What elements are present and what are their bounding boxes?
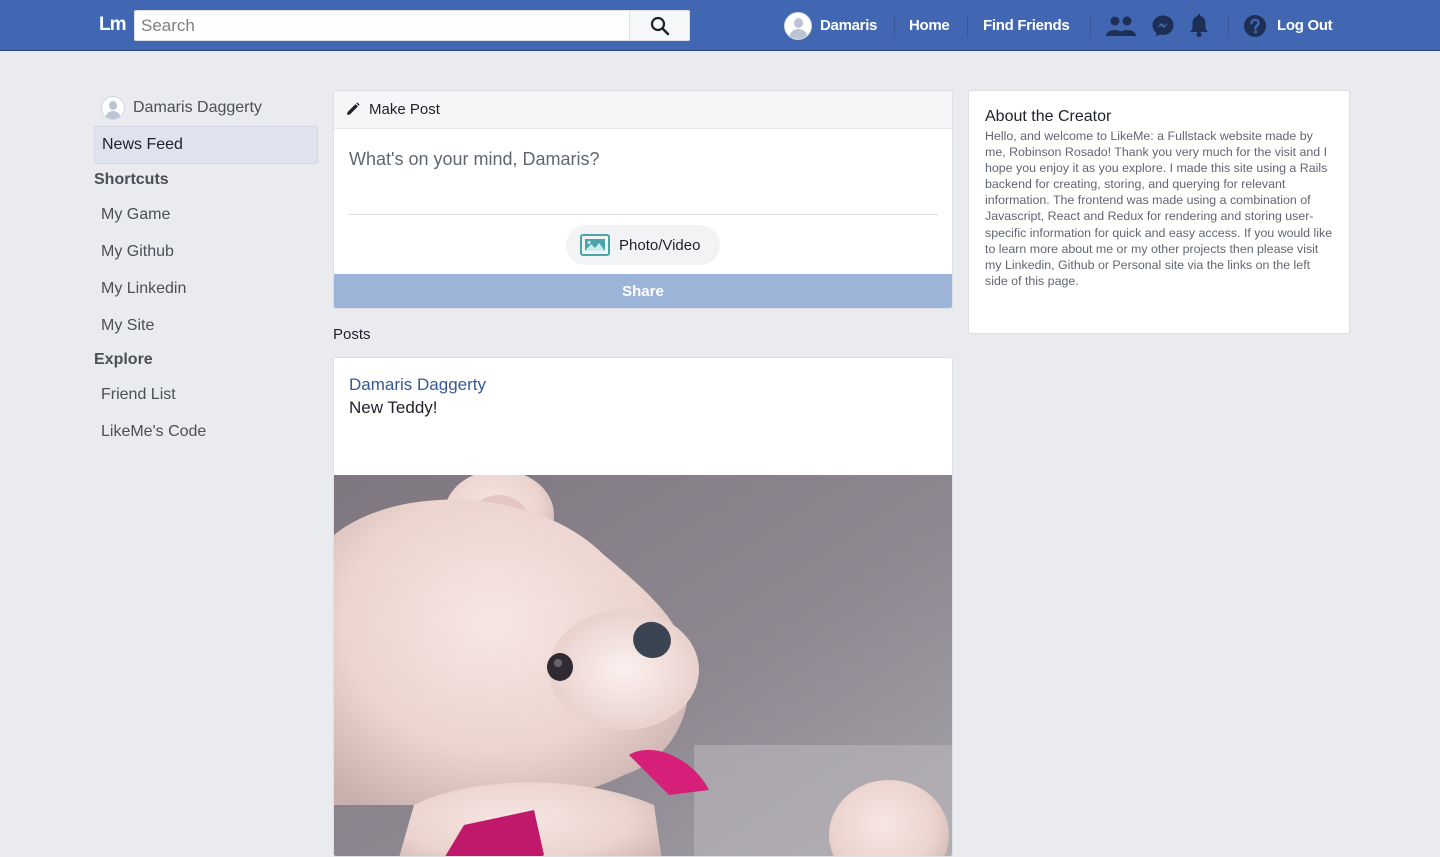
about-text: Hello, and welcome to LikeMe: a Fullstac… [985, 129, 1333, 288]
about-creator-card: About the Creator Hello, and welcome to … [968, 90, 1350, 334]
make-post-card: Make Post Photo/Video Share [333, 90, 953, 309]
divider [1228, 14, 1229, 37]
make-post-title: Make Post [369, 101, 440, 118]
nav-user-name[interactable]: Damaris [820, 17, 877, 34]
explore-heading: Explore [94, 351, 153, 368]
sidebar-item-my-github[interactable]: My Github [94, 233, 318, 270]
sidebar-item-my-linkedin[interactable]: My Linkedin [94, 270, 318, 307]
about-title: About the Creator [985, 108, 1112, 125]
nav-separator-1 [894, 0, 895, 51]
sidebar-item-my-site[interactable]: My Site [94, 307, 318, 344]
search-box [134, 10, 690, 41]
post-card: Damaris Daggerty New Teddy! [333, 357, 953, 857]
pencil-icon [347, 102, 360, 115]
photo-icon [580, 234, 610, 256]
posts-heading: Posts [333, 326, 371, 343]
divider [1090, 14, 1091, 37]
app-logo[interactable]: Lm [99, 14, 126, 36]
divider [967, 14, 968, 37]
search-input[interactable] [141, 14, 621, 38]
nav-home-link[interactable]: Home [909, 17, 950, 34]
search-button[interactable] [629, 11, 689, 40]
photo-video-button[interactable]: Photo/Video [566, 225, 720, 265]
divider [349, 214, 938, 215]
friends-icon[interactable] [1105, 15, 1137, 37]
sidebar-profile-link[interactable]: Damaris Daggerty [94, 90, 318, 126]
divider [894, 14, 895, 37]
logout-label[interactable]: Log Out [1277, 17, 1333, 34]
bell-icon[interactable] [1188, 13, 1210, 38]
sidebar-profile-name: Damaris Daggerty [133, 99, 262, 116]
sidebar-item-likeme-code[interactable]: LikeMe's Code [94, 413, 318, 450]
post-author-link[interactable]: Damaris Daggerty [349, 375, 486, 395]
avatar [784, 11, 812, 40]
nav-profile-link[interactable]: Damaris [784, 0, 877, 51]
make-post-header: Make Post [334, 91, 952, 129]
photo-video-label: Photo/Video [619, 236, 701, 254]
nav-find-friends-link[interactable]: Find Friends [983, 17, 1070, 34]
sidebar-item-my-game[interactable]: My Game [94, 196, 318, 233]
logout-button[interactable]: Log Out [1243, 0, 1333, 51]
post-photo[interactable] [334, 475, 952, 857]
search-icon [650, 16, 669, 35]
post-text: New Teddy! [349, 398, 438, 417]
top-navigation-bar: Lm Damaris Home Find Friends [0, 0, 1440, 51]
sidebar-item-friend-list[interactable]: Friend List [94, 376, 318, 413]
sidebar-item-news-feed[interactable]: News Feed [94, 126, 318, 164]
help-icon [1243, 14, 1267, 38]
avatar [101, 96, 125, 120]
share-button[interactable]: Share [334, 274, 952, 308]
shortcuts-heading: Shortcuts [94, 171, 169, 188]
messenger-icon[interactable] [1151, 14, 1175, 38]
left-sidebar: Damaris Daggerty News Feed Shortcuts My … [94, 90, 318, 450]
post-text-input[interactable] [349, 149, 929, 209]
